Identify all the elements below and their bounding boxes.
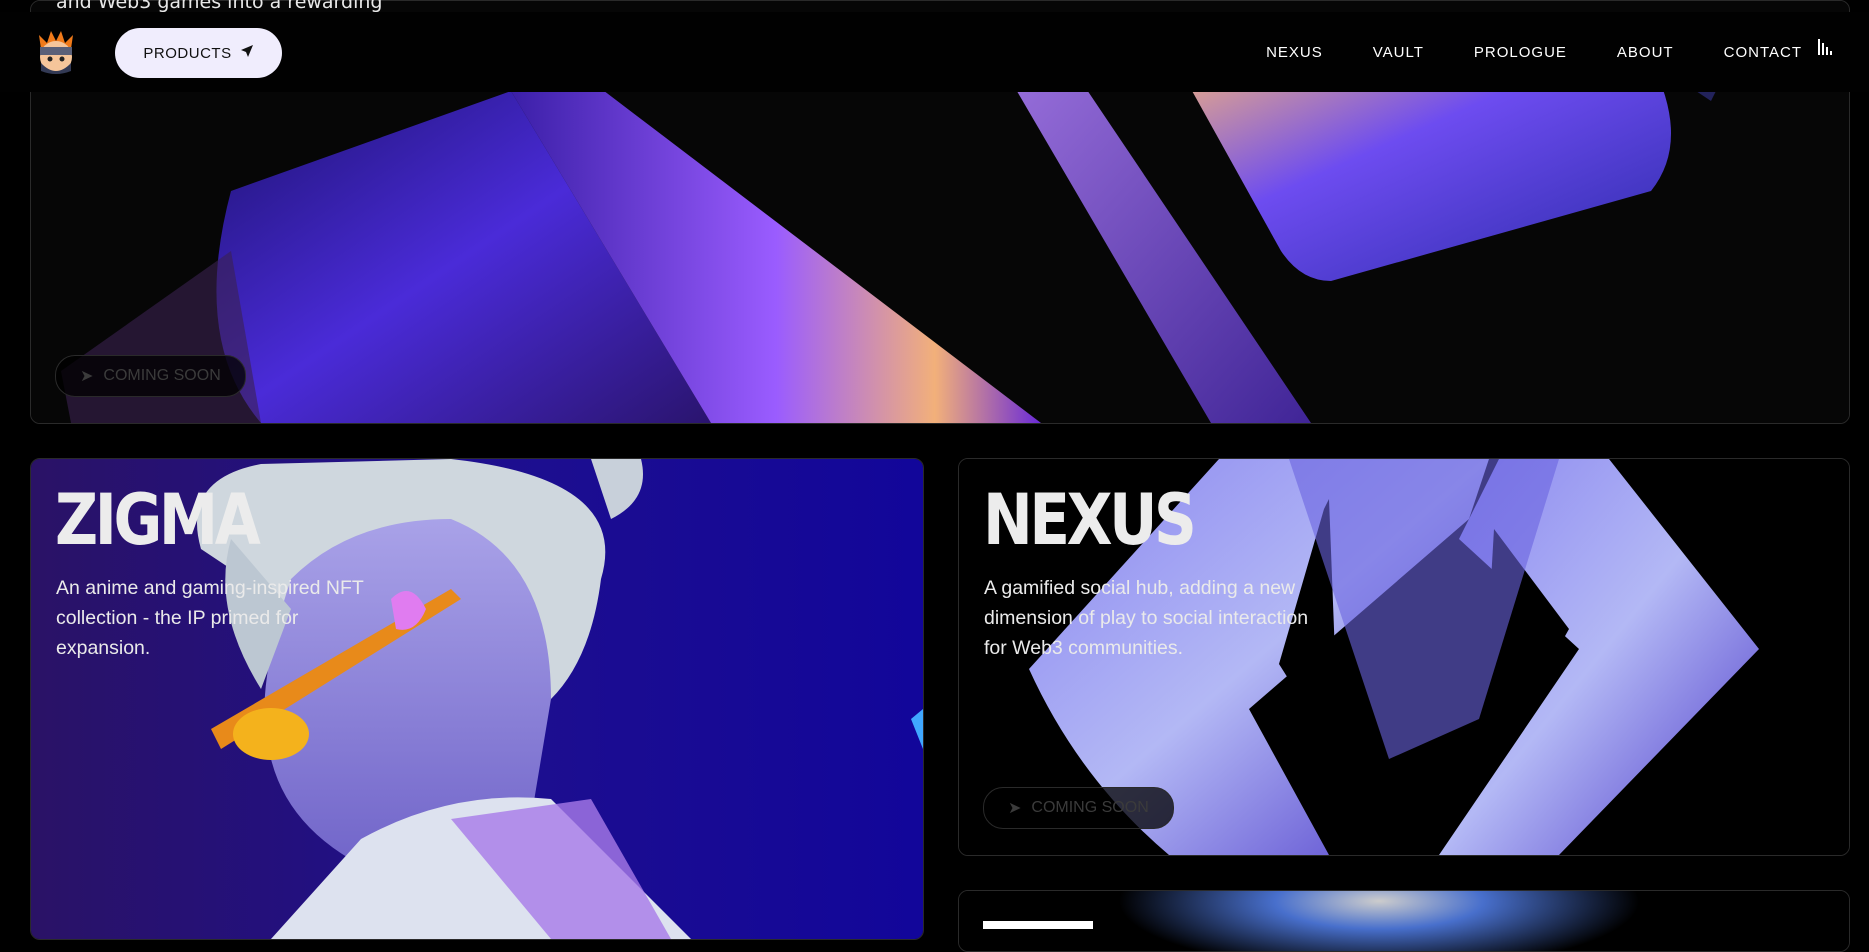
nexus-title: NEXUS xyxy=(983,479,1197,561)
nav-link-prologue[interactable]: PROLOGUE xyxy=(1474,44,1567,61)
zigma-title: ZIGMA xyxy=(55,479,261,561)
paper-plane-icon xyxy=(240,44,254,62)
next-product-card[interactable] xyxy=(958,890,1850,952)
zigma-card[interactable]: ZIGMA An anime and gaming-inspired NFT c… xyxy=(30,458,924,940)
nav-link-nexus[interactable]: NEXUS xyxy=(1266,44,1323,61)
sound-bars-icon[interactable] xyxy=(1818,37,1832,57)
nav-link-contact[interactable]: CONTACT xyxy=(1724,44,1802,61)
arrow-icon: ➤ xyxy=(80,368,94,385)
next-product-artwork xyxy=(959,891,1849,951)
nav-link-about[interactable]: ABOUT xyxy=(1617,44,1674,61)
zigma-description: An anime and gaming-inspired NFT collect… xyxy=(56,577,364,659)
nexus-coming-soon-badge: ➤ COMING SOON xyxy=(983,787,1174,829)
products-button[interactable]: PRODUCTS xyxy=(115,28,282,78)
hero-coming-soon-badge: ➤ COMING SOON xyxy=(55,355,246,397)
nexus-description: A gamified social hub, adding a new dime… xyxy=(984,577,1309,659)
nav-links: NEXUS VAULT PROLOGUE ABOUT CONTACT xyxy=(1266,12,1802,92)
nav-link-vault[interactable]: VAULT xyxy=(1373,44,1424,61)
ninja-avatar-icon[interactable] xyxy=(35,29,77,75)
nexus-badge-label: COMING SOON xyxy=(1031,799,1149,816)
arrow-icon: ➤ xyxy=(1008,800,1022,817)
top-navbar: PRODUCTS NEXUS VAULT PROLOGUE ABOUT CONT… xyxy=(0,12,1869,92)
nexus-card[interactable]: NEXUS A gamified social hub, adding a ne… xyxy=(958,458,1850,856)
products-label: PRODUCTS xyxy=(143,44,232,62)
hero-badge-label: COMING SOON xyxy=(103,367,221,384)
